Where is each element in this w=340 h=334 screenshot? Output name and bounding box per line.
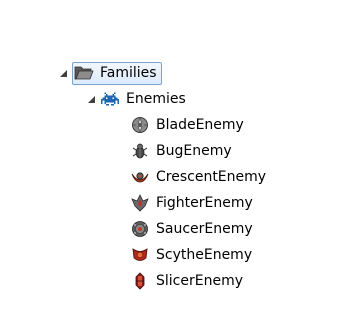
tree-item-scythe-enemy[interactable]: ScytheEnemy [130, 244, 255, 266]
tree-view[interactable]: Families Enemies BladeEnemy BugEnemy Cre… [0, 0, 340, 334]
scythe-enemy-icon [130, 245, 150, 265]
tree-item-label: SaucerEnemy [156, 221, 253, 237]
tree-node-families[interactable]: Families [58, 61, 162, 85]
tree-item-label: BladeEnemy [156, 117, 244, 133]
tree-item-saucer-enemy[interactable]: SaucerEnemy [130, 218, 256, 240]
tree-node-label: Enemies [126, 91, 186, 107]
invader-icon [100, 89, 120, 109]
crescent-enemy-icon [130, 167, 150, 187]
tree-item-label: SlicerEnemy [156, 273, 243, 289]
tree-item-bug-enemy[interactable]: BugEnemy [130, 140, 235, 162]
tree-item-crescent-enemy[interactable]: CrescentEnemy [130, 166, 269, 188]
slicer-enemy-icon [130, 271, 150, 291]
tree-item-label: FighterEnemy [156, 195, 253, 211]
selected-node-highlight[interactable]: Families [72, 61, 162, 85]
tree-item-blade-enemy[interactable]: BladeEnemy [130, 114, 247, 136]
tree-item-fighter-enemy[interactable]: FighterEnemy [130, 192, 256, 214]
expand-toggle-families[interactable] [58, 68, 68, 78]
tree-item-label: ScytheEnemy [156, 247, 253, 263]
tree-item-label: CrescentEnemy [156, 169, 267, 185]
expanded-arrow-icon [59, 69, 67, 77]
tree-item-label: BugEnemy [156, 143, 232, 159]
bug-enemy-icon [130, 141, 150, 161]
tree-node-label: Families [100, 65, 157, 81]
tree-node-enemies[interactable]: Enemies [86, 88, 189, 110]
fighter-enemy-icon [130, 193, 150, 213]
saucer-enemy-icon [130, 219, 150, 239]
expand-toggle-enemies[interactable] [86, 94, 96, 104]
folder-open-icon [74, 63, 94, 83]
expanded-arrow-icon [87, 95, 95, 103]
blade-enemy-icon [130, 115, 150, 135]
tree-item-slicer-enemy[interactable]: SlicerEnemy [130, 270, 246, 292]
